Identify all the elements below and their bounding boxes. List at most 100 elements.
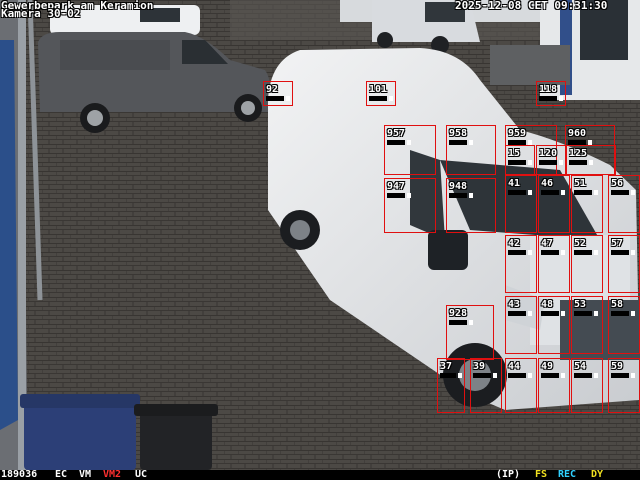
motion-zone-level-bar [266, 96, 290, 101]
motion-zone-level-bar [508, 311, 532, 316]
motion-zone-level-bar [449, 320, 473, 325]
motion-zone-label: 58 [611, 299, 624, 310]
motion-zone: 37 [437, 358, 465, 413]
motion-zone-label: 960 [568, 128, 587, 139]
motion-zone-level-bar [541, 373, 565, 378]
motion-zone: 39 [470, 358, 502, 413]
motion-zone: 56 [608, 175, 640, 233]
camera-view: Gewerbepark am Keramion Kamera 30-02 202… [0, 0, 640, 480]
motion-zone-level-bar [611, 373, 635, 378]
motion-zone-label: 41 [508, 178, 521, 189]
status-bar: 189036 EC VM VM2 UC (IP) FS REC DY [0, 470, 640, 480]
motion-zone-level-bar [541, 311, 565, 316]
motion-zone: 101 [366, 81, 396, 106]
motion-zone-label: 101 [369, 84, 388, 95]
motion-zone: 43 [505, 296, 537, 354]
motion-zone-label: 56 [611, 178, 624, 189]
motion-zone: 120 [536, 145, 566, 175]
motion-zone: 53 [571, 296, 603, 354]
camera-name: Kamera 30-02 [1, 7, 81, 20]
motion-zone: 52 [571, 235, 603, 293]
status-flag-vm: VM [79, 469, 92, 480]
motion-zone-label: 957 [387, 128, 406, 139]
motion-zone-label: 118 [539, 84, 558, 95]
motion-zone: 125 [566, 145, 616, 175]
motion-zone-label: 49 [541, 361, 554, 372]
motion-zone: 928 [446, 305, 494, 360]
ip-indicator: (IP) [496, 469, 521, 480]
motion-zone-label: 948 [449, 181, 468, 192]
motion-zone-level-bar [440, 373, 462, 378]
motion-zone: 51 [571, 175, 603, 233]
motion-zone-label: 46 [541, 178, 554, 189]
motion-zone: 57 [608, 235, 640, 293]
fs-indicator: FS [535, 469, 548, 480]
motion-zone: 41 [505, 175, 537, 233]
rec-indicator: REC [558, 469, 577, 480]
motion-zone-label: 44 [508, 361, 521, 372]
motion-zone-label: 59 [611, 361, 624, 372]
motion-zone-level-bar [508, 250, 532, 255]
motion-zone-label: 120 [539, 148, 558, 159]
motion-zone-level-bar [574, 373, 598, 378]
motion-zone: 15 [505, 145, 535, 175]
dy-indicator: DY [591, 469, 604, 480]
motion-zone-label: 39 [473, 361, 486, 372]
motion-zone-label: 42 [508, 238, 521, 249]
motion-zone: 54 [571, 358, 603, 413]
motion-zone-level-bar [473, 373, 497, 378]
motion-zone: 58 [608, 296, 640, 354]
motion-zone-label: 15 [508, 148, 521, 159]
motion-zone-label: 92 [266, 84, 279, 95]
motion-zone: 957 [384, 125, 436, 175]
motion-zone: 958 [446, 125, 496, 175]
motion-zone-label: 928 [449, 308, 468, 319]
motion-zone-level-bar [541, 190, 565, 195]
motion-zone-label: 958 [449, 128, 468, 139]
blue-waste-bin [20, 394, 140, 470]
black-waste-bin [134, 404, 218, 470]
timestamp: 2025-12-08 CET 09:31:30 [455, 0, 608, 12]
motion-zone-level-bar [449, 193, 473, 198]
frame-counter: 189036 [1, 469, 38, 480]
motion-zone: 46 [538, 175, 570, 233]
motion-zone-level-bar [611, 250, 635, 255]
motion-zone-label: 54 [574, 361, 587, 372]
motion-zone-level-bar [574, 250, 598, 255]
motion-zone-level-bar [569, 160, 593, 165]
motion-zone-level-bar [574, 311, 598, 316]
motion-zone-level-bar [539, 96, 563, 101]
motion-zone-level-bar [508, 373, 532, 378]
motion-zone: 49 [538, 358, 570, 413]
motion-zone-level-bar [611, 311, 635, 316]
motion-zone-level-bar [508, 190, 532, 195]
motion-zone-label: 959 [508, 128, 527, 139]
motion-zone: 44 [505, 358, 537, 413]
motion-zone-level-bar [387, 140, 411, 145]
motion-zone-level-bar [574, 190, 598, 195]
motion-zone: 59 [608, 358, 640, 413]
motion-zone-label: 48 [541, 299, 554, 310]
status-flag-ec: EC [55, 469, 68, 480]
motion-zone-level-bar [541, 250, 565, 255]
motion-zone-level-bar [508, 160, 532, 165]
motion-zone-level-bar [611, 190, 635, 195]
motion-zone-label: 57 [611, 238, 624, 249]
motion-zone-label: 947 [387, 181, 406, 192]
motion-zone-level-bar [387, 193, 411, 198]
motion-zone-label: 43 [508, 299, 521, 310]
motion-zone-label: 52 [574, 238, 587, 249]
motion-zone-label: 125 [569, 148, 588, 159]
motion-zone: 48 [538, 296, 570, 354]
motion-zone-label: 37 [440, 361, 453, 372]
motion-zone-level-bar [449, 140, 473, 145]
motion-zone: 92 [263, 81, 293, 106]
motion-zone: 948 [446, 178, 496, 233]
motion-zone: 947 [384, 178, 436, 233]
motion-zone: 118 [536, 81, 566, 106]
motion-zone-level-bar [369, 96, 393, 101]
motion-zone-label: 53 [574, 299, 587, 310]
status-flag-vm2: VM2 [103, 469, 122, 480]
motion-zone-label: 47 [541, 238, 554, 249]
status-flag-uc: UC [135, 469, 148, 480]
